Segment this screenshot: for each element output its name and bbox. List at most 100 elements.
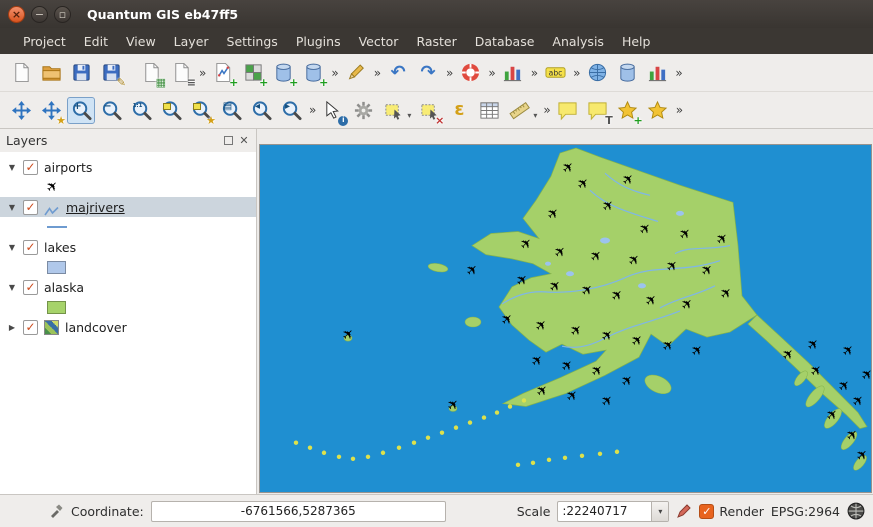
toolbar-overflow-icon[interactable]: » [328,66,340,80]
collapse-caret-icon[interactable]: ▼ [7,203,17,212]
menu-raster[interactable]: Raster [407,30,465,53]
select-features-dropdown-icon[interactable]: ▾ [407,111,411,120]
checkbox-checked-icon: ✓ [699,504,714,519]
new-project-icon[interactable] [7,59,35,86]
redo-icon[interactable]: ↷ [414,59,442,86]
toggle-extents-icon[interactable] [48,503,64,519]
window-controls: × − ▫ [8,6,71,23]
select-by-expression-icon[interactable]: ε [445,97,473,124]
stop-rendering-icon[interactable] [676,503,692,519]
layer-item-airports[interactable]: ▼✓airports [0,157,256,177]
text-annotation-icon[interactable]: T [584,97,612,124]
label-icon[interactable] [541,59,569,86]
select-features-icon[interactable] [379,97,407,124]
toolbar-overflow-icon[interactable]: » [443,66,455,80]
toolbar-overflow-icon[interactable]: » [371,66,383,80]
pan-map-icon[interactable] [7,97,35,124]
layer-visibility-checkbox[interactable]: ✓ [23,160,38,175]
collapse-caret-icon[interactable]: ▼ [7,283,17,292]
identify-features-icon[interactable]: i [319,97,347,124]
zoom-out-icon[interactable]: − [97,97,125,124]
measure-icon[interactable] [505,97,533,124]
toolbar-overflow-icon[interactable]: » [528,66,540,80]
add-vector-layer-icon[interactable]: + [209,59,237,86]
render-checkbox[interactable]: ✓ Render [699,504,764,519]
save-project-as-icon[interactable]: ✎ [97,59,125,86]
open-project-icon[interactable] [37,59,65,86]
scale-dropdown-icon[interactable]: ▾ [651,502,668,521]
close-icon[interactable]: × [8,6,25,23]
histogram-icon[interactable] [499,59,527,86]
zoom-to-selection-icon[interactable]: ★ [187,97,215,124]
layer-item-alaska[interactable]: ▼✓alaska [0,277,256,297]
collapse-caret-icon[interactable]: ▼ [7,243,17,252]
layer-item-lakes[interactable]: ▼✓lakes [0,237,256,257]
zoom-in-icon[interactable]: + [67,97,95,124]
measure-dropdown-icon[interactable]: ▾ [533,111,537,120]
zoom-native-icon[interactable]: 1:1 [127,97,155,124]
layers-panel-header: Layers ✕ [0,129,256,152]
layer-item-majrivers[interactable]: ▼✓majrivers [0,197,256,217]
new-bookmark-icon[interactable]: + [614,97,642,124]
menu-database[interactable]: Database [466,30,544,53]
coordinate-input[interactable] [151,501,446,522]
pan-to-selection-icon[interactable]: ★ [37,97,65,124]
collapse-caret-icon[interactable]: ▼ [7,163,17,172]
toolbar-overflow-icon[interactable]: » [485,66,497,80]
zoom-to-layer-icon[interactable]: ▤ [217,97,245,124]
toolbar-overflow-icon[interactable]: » [196,66,208,80]
layer-item-landcover[interactable]: ▶✓landcover [0,317,256,337]
add-spatialite-layer-icon[interactable]: + [299,59,327,86]
layer-symbol-lakes [0,257,256,277]
close-panel-icon[interactable]: ✕ [238,135,250,147]
zoom-full-icon[interactable] [157,97,185,124]
show-bookmarks-icon[interactable] [644,97,672,124]
raster-thumbnail-icon [44,320,59,335]
menu-settings[interactable]: Settings [218,30,287,53]
add-raster-layer-icon[interactable]: + [239,59,267,86]
zoom-last-icon[interactable]: ◂ [247,97,275,124]
float-panel-icon[interactable] [224,136,233,145]
deselect-features-icon[interactable]: × [415,97,443,124]
scale-combobox[interactable]: :22240717 ▾ [557,501,669,522]
window-title: Quantum GIS eb47ff5 [87,7,238,22]
new-print-composer-icon[interactable]: ▦ [137,59,165,86]
toolbar-overflow-icon[interactable]: » [672,66,684,80]
menu-edit[interactable]: Edit [75,30,117,53]
titlebar[interactable]: × − ▫ Quantum GIS eb47ff5 [0,0,873,28]
composer-manager-icon[interactable]: ≡ [167,59,195,86]
menu-help[interactable]: Help [613,30,660,53]
statistics-icon[interactable] [643,59,671,86]
attribute-table-icon[interactable] [475,97,503,124]
toolbar-overflow-icon[interactable]: » [306,103,318,117]
layer-visibility-checkbox[interactable]: ✓ [23,280,38,295]
menu-plugins[interactable]: Plugins [287,30,350,53]
toolbar-overflow-icon[interactable]: » [673,103,685,117]
layer-visibility-checkbox[interactable]: ✓ [23,240,38,255]
db-manager-icon[interactable] [613,59,641,86]
undo-icon[interactable]: ↶ [384,59,412,86]
crs-status-icon[interactable] [847,502,865,520]
map-canvas[interactable]: ✈✈✈✈✈✈✈✈✈✈✈✈✈✈✈✈✈✈✈✈✈✈✈✈✈✈✈✈✈✈✈✈✈✈✈✈✈✈✈✈… [260,145,871,492]
help-icon[interactable] [456,59,484,86]
layer-visibility-checkbox[interactable]: ✓ [23,200,38,215]
zoom-next-icon[interactable]: ▸ [277,97,305,124]
menu-layer[interactable]: Layer [165,30,218,53]
minimize-icon[interactable]: − [31,6,48,23]
run-feature-action-icon[interactable] [349,97,377,124]
metasearch-icon[interactable] [583,59,611,86]
menu-project[interactable]: Project [14,30,75,53]
add-postgis-layer-icon[interactable]: + [269,59,297,86]
menu-view[interactable]: View [117,30,165,53]
toolbar-overflow-icon[interactable]: » [540,103,552,117]
expand-caret-icon[interactable]: ▶ [7,323,17,332]
menu-analysis[interactable]: Analysis [543,30,613,53]
map-tips-icon[interactable] [554,97,582,124]
layer-visibility-checkbox[interactable]: ✓ [23,320,38,335]
maximize-icon[interactable]: ▫ [54,6,71,23]
toolbar-row-1: ✎▦≡»++++»»↶↷»»»»» [0,54,873,92]
menu-vector[interactable]: Vector [350,30,408,53]
toolbar-overflow-icon[interactable]: » [570,66,582,80]
capture-line-icon[interactable] [342,59,370,86]
save-project-icon[interactable] [67,59,95,86]
